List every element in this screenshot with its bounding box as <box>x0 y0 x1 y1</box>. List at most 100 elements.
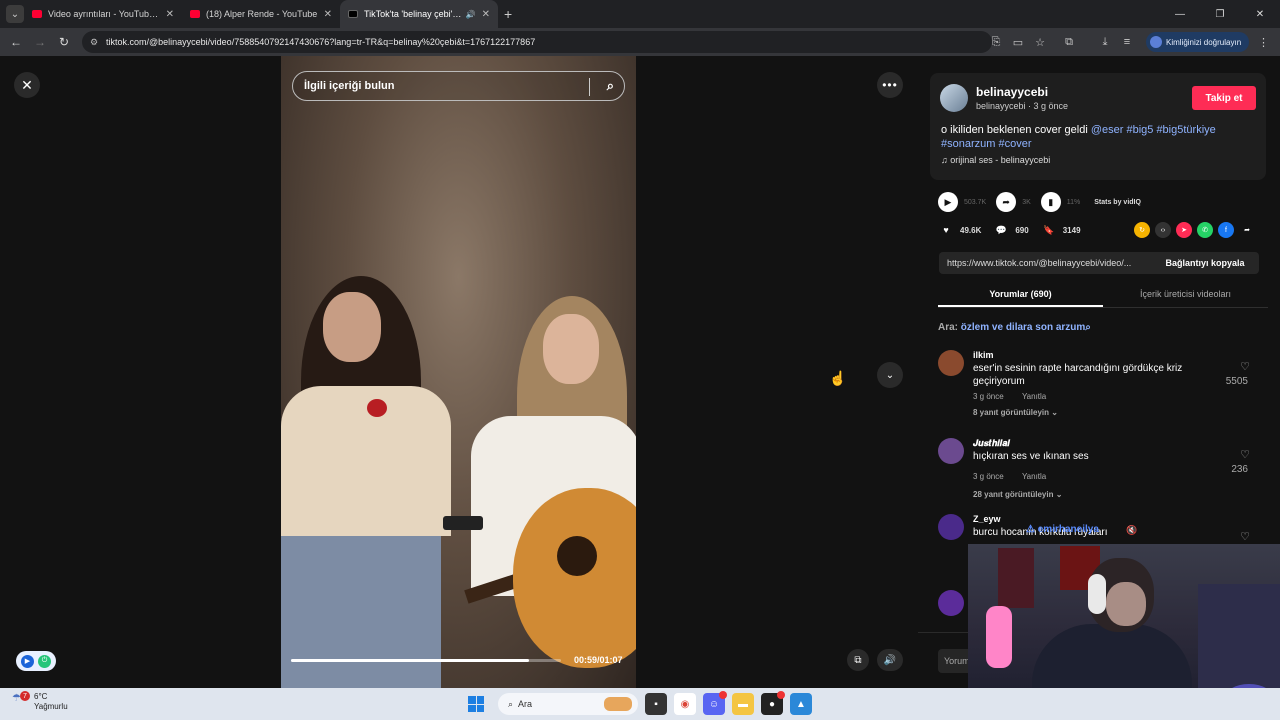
repost-icon[interactable]: ↻ <box>1134 222 1150 238</box>
file-explorer-icon[interactable]: ▬ <box>732 693 754 715</box>
reply-button[interactable]: Yanıtla <box>1022 472 1046 481</box>
close-tab-icon[interactable]: ✕ <box>482 9 490 20</box>
new-tab-button[interactable]: + <box>504 6 512 22</box>
copy-link-button[interactable]: Bağlantıyı kopyala <box>1151 258 1259 268</box>
sound-label: orijinal ses - belinayycebi <box>950 155 1051 165</box>
site-info-icon[interactable]: ⚙ <box>90 37 100 47</box>
maximize-button[interactable]: ❐ <box>1200 9 1240 20</box>
discord-icon[interactable]: ☺ <box>703 691 727 715</box>
hashtags[interactable]: #big5 #big5türkiye <box>1126 124 1215 136</box>
heart-icon[interactable]: ♥ <box>938 222 954 238</box>
video-player[interactable]: İlgili içeriği bulun ⌕ 00:59/01:07 <box>281 56 636 688</box>
taskbar: ☂ 7 6°C Yağmurlu ⌕ Ara ▪ ◉ ☺ ▬ ● ▲ <box>0 688 1280 720</box>
address-bar-row: ← → ↻ ⚙ tiktok.com/@belinayycebi/video/7… <box>0 28 1280 56</box>
bookmark-icon[interactable]: 🔖 <box>1041 222 1057 238</box>
floating-extension-widget[interactable]: ▶ ⏻ <box>16 651 56 671</box>
chrome-icon[interactable]: ◉ <box>674 693 696 715</box>
sound-link[interactable]: ♫ orijinal ses - belinayycebi <box>941 155 1050 165</box>
close-video-button[interactable]: ✕ <box>14 72 40 98</box>
tab-tiktok[interactable]: TikTok'ta 'belinay çebi' bulun 🔊 ✕ <box>340 0 498 28</box>
photos-icon[interactable]: ▲ <box>790 693 812 715</box>
comment-username[interactable]: Z_eyw <box>973 514 1001 524</box>
browser-menu-icon[interactable]: ⋮ <box>1258 36 1269 49</box>
weather-widget[interactable]: ☂ 7 6°C Yağmurlu <box>12 691 68 712</box>
panel-tabs: Yorumlar (690) İçerik üreticisi videolar… <box>938 286 1268 308</box>
omnibox[interactable]: ⚙ tiktok.com/@belinayycebi/video/7588540… <box>82 31 992 53</box>
download-icon[interactable]: ⤓ <box>1094 36 1116 49</box>
task-view-icon[interactable]: ▪ <box>645 693 667 715</box>
tab-creator-videos[interactable]: İçerik üreticisi videoları <box>1103 286 1268 307</box>
send-icon[interactable]: ➤ <box>1176 222 1192 238</box>
omnibox-actions: ⎘ ▭ ☆ <box>985 28 1051 56</box>
view-replies-button[interactable]: 28 yanıt görüntüleyin ⌄ <box>973 490 1062 499</box>
likes-count: 49.6K <box>960 225 982 235</box>
caption-mention[interactable]: @eser <box>1091 124 1124 136</box>
tab-title: TikTok'ta 'belinay çebi' bulun <box>364 9 462 19</box>
avatar[interactable] <box>938 590 964 616</box>
facebook-icon[interactable]: f <box>1218 222 1234 238</box>
more-options-button[interactable]: ••• <box>877 72 903 98</box>
cast-icon[interactable]: ▭ <box>1007 36 1029 49</box>
hashtags[interactable]: #sonarzum #cover <box>941 138 1032 150</box>
avatar[interactable] <box>938 514 964 540</box>
extensions-icon[interactable]: ⧉ <box>1058 36 1080 49</box>
shares-count: 3K <box>1022 198 1031 206</box>
search-hint-query[interactable]: özlem ve dilara son arzum <box>961 322 1086 333</box>
power-icon[interactable]: ⏻ <box>38 654 51 668</box>
follow-button[interactable]: Takip et <box>1192 86 1256 110</box>
comment-meta: 3 g önce Yanıtla <box>973 472 1046 481</box>
view-replies-button[interactable]: 8 yanıt görüntüleyin ⌄ <box>973 408 1058 417</box>
forward-button[interactable]: → <box>28 35 52 49</box>
reload-button[interactable]: ↻ <box>52 35 76 49</box>
tab-search-button[interactable]: ⌄ <box>6 5 24 23</box>
video-progress-bar[interactable] <box>291 659 561 662</box>
heart-icon[interactable]: ♡ <box>1240 530 1250 543</box>
embed-icon[interactable]: ‹› <box>1155 222 1171 238</box>
share-arrow-icon[interactable]: ➦ <box>1239 222 1255 238</box>
vidiq-label[interactable]: Stats by vidIQ <box>1094 199 1141 206</box>
engagement-rate: 11% <box>1066 198 1081 206</box>
avatar[interactable] <box>938 350 964 376</box>
close-window-button[interactable]: ✕ <box>1240 9 1280 20</box>
tab-youtube-channel[interactable]: (18) Alper Rende - YouTube ✕ <box>182 0 340 28</box>
search-icon[interactable]: ⌕ <box>607 78 614 94</box>
obs-icon[interactable]: ● <box>761 691 785 715</box>
temperature: 6°C <box>34 692 48 701</box>
tab-comments[interactable]: Yorumlar (690) <box>938 286 1103 307</box>
next-video-button[interactable]: ⌄ <box>877 362 903 388</box>
translate-icon[interactable]: ⎘ <box>985 36 1007 49</box>
reading-list-icon[interactable]: ≡ <box>1116 36 1138 48</box>
heart-icon[interactable]: ♡ <box>1240 360 1250 373</box>
whatsapp-icon[interactable]: ✆ <box>1197 222 1213 238</box>
comment-icon[interactable]: 💬 <box>993 222 1009 238</box>
windows-start-icon[interactable] <box>468 696 484 712</box>
minimize-button[interactable]: — <box>1160 9 1200 20</box>
avatar[interactable] <box>940 84 968 112</box>
bookmark-star-icon[interactable]: ☆ <box>1029 36 1051 49</box>
suggested-search[interactable]: Ara: özlem ve dilara son arzum⌕ <box>938 322 1091 333</box>
back-button[interactable]: ← <box>4 35 28 49</box>
video-frame-figure <box>543 314 599 384</box>
tab-youtube-studio[interactable]: Video ayrıntıları - YouTube Studio ✕ <box>24 0 182 28</box>
play-icon[interactable]: ▶ <box>21 654 34 668</box>
share-targets: ↻ ‹› ➤ ✆ f ➦ <box>1134 222 1260 238</box>
url-text: tiktok.com/@belinayycebi/video/758854079… <box>106 37 536 47</box>
close-tab-icon[interactable]: ✕ <box>166 9 174 20</box>
related-content-search[interactable]: İlgili içeriği bulun ⌕ <box>292 71 625 101</box>
share-icon: ➦ <box>996 192 1017 212</box>
comment-username[interactable]: 𝑱𝒖𝒔𝒕𝒉𝒊𝒍𝒂𝒍 <box>973 438 1010 449</box>
volume-button[interactable]: 🔊 <box>877 649 903 671</box>
avatar[interactable] <box>938 438 964 464</box>
comment-username[interactable]: ilkim <box>973 350 994 360</box>
heart-icon[interactable]: ♡ <box>1240 448 1250 461</box>
overlay-name-text: emirhaneilya <box>1037 524 1099 535</box>
author-username[interactable]: belinayycebi <box>976 85 1048 99</box>
speaker-icon[interactable]: 🔊 <box>466 10 476 19</box>
caption-tags[interactable]: #big5 #big5türkiye <box>1123 124 1215 136</box>
profile-button[interactable]: Kimliğinizi doğrulayın <box>1146 32 1250 52</box>
picture-in-picture-button[interactable]: ⧉ <box>847 649 869 671</box>
reply-button[interactable]: Yanıtla <box>1022 392 1046 401</box>
comments-count: 690 <box>1015 225 1029 235</box>
taskbar-search[interactable]: ⌕ Ara <box>498 693 638 715</box>
close-tab-icon[interactable]: ✕ <box>324 9 332 20</box>
